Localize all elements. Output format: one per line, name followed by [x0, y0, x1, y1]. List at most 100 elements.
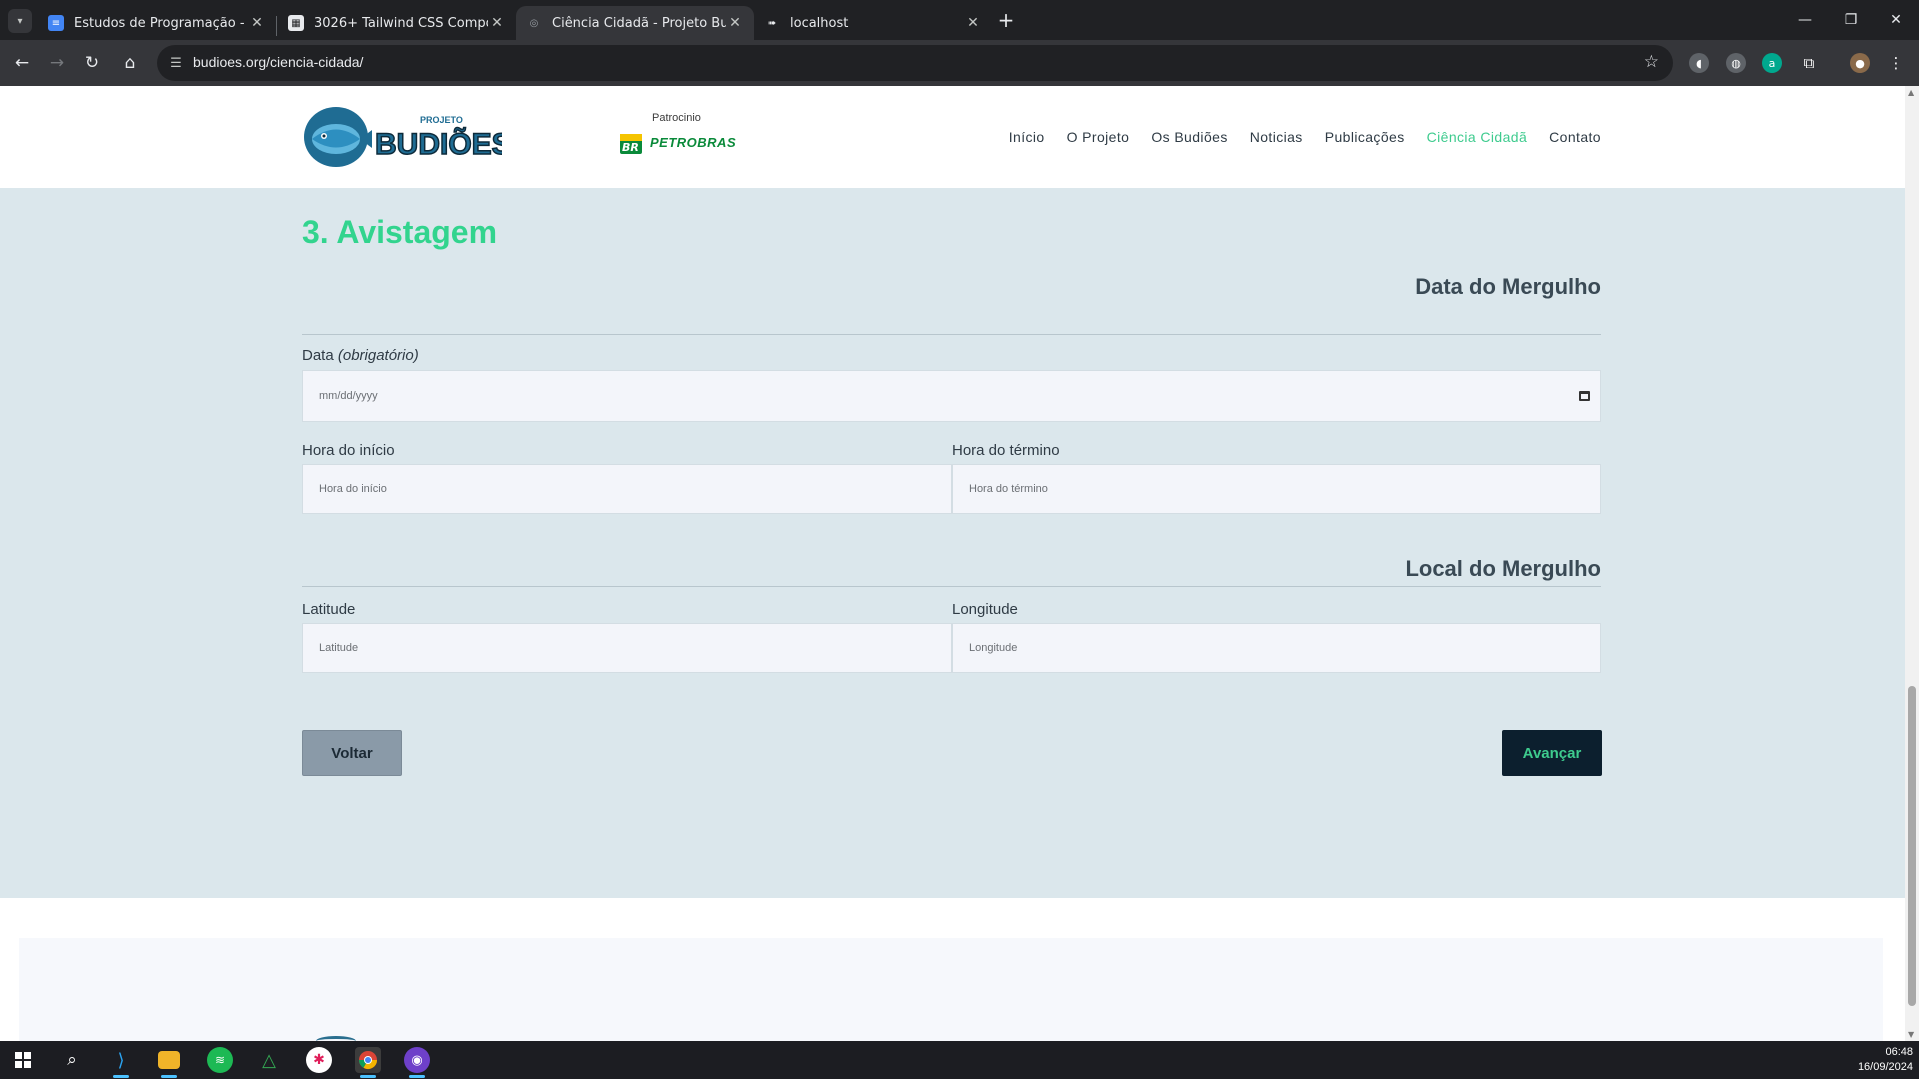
- taskbar-active-indicator: [161, 1075, 177, 1078]
- file-explorer-icon[interactable]: [158, 1051, 180, 1069]
- logo-top-text: PROJETO: [420, 115, 463, 125]
- petrobras-logo-icon: BR: [620, 134, 642, 154]
- scroll-down-arrow-icon[interactable]: ▼: [1908, 1030, 1914, 1039]
- latitude-input[interactable]: Latitude: [302, 623, 952, 673]
- date-placeholder: mm/dd/yyyy: [319, 390, 378, 402]
- next-button[interactable]: Avançar: [1502, 730, 1602, 776]
- nav-os-budioes[interactable]: Os Budiões: [1151, 129, 1227, 145]
- tab-search-chevron-icon[interactable]: ▾: [8, 9, 32, 33]
- extension-a-icon[interactable]: a: [1762, 53, 1782, 73]
- bookmark-star-icon[interactable]: ☆: [1644, 52, 1659, 72]
- sponsor-block: Patrocinio BR PETROBRAS: [620, 112, 740, 162]
- back-button[interactable]: Voltar: [302, 730, 402, 776]
- slack-icon[interactable]: ✱: [306, 1047, 332, 1073]
- google-drive-icon[interactable]: △: [256, 1047, 282, 1073]
- section-title: 3. Avistagem: [302, 214, 498, 250]
- home-icon[interactable]: ⌂: [116, 49, 144, 77]
- scroll-up-arrow-icon[interactable]: ▲: [1908, 88, 1914, 97]
- latitude-placeholder: Latitude: [319, 642, 359, 654]
- close-icon[interactable]: ✕: [726, 15, 744, 31]
- address-bar[interactable]: ☰ budioes.org/ciencia-cidada/ ☆: [157, 45, 1673, 81]
- extension-bird-icon[interactable]: ◖: [1689, 53, 1709, 73]
- nav-publicacoes[interactable]: Publicações: [1325, 129, 1405, 145]
- clock-date: 16/09/2024: [1857, 1061, 1913, 1073]
- window-close-icon[interactable]: ✕: [1873, 0, 1919, 40]
- close-icon[interactable]: ✕: [964, 15, 982, 31]
- spotify-icon[interactable]: ≋: [207, 1047, 233, 1073]
- tab-estudos[interactable]: ≡ Estudos de Programação - Mes ✕: [38, 6, 276, 40]
- search-icon[interactable]: ⌕: [59, 1047, 85, 1073]
- logo-main-text: BUDIÕES: [375, 127, 502, 161]
- system-clock[interactable]: 06:48 16/09/2024: [1858, 1045, 1913, 1075]
- end-time-placeholder: Hora do término: [969, 483, 1048, 495]
- tab-title: localhost: [790, 15, 849, 31]
- petrobras-name: PETROBRAS: [650, 135, 737, 150]
- start-time-input[interactable]: Hora do início: [302, 464, 952, 514]
- dive-location-title: Local do Mergulho: [1405, 556, 1601, 581]
- extension-globe-icon[interactable]: ◍: [1726, 53, 1746, 73]
- minimize-icon[interactable]: —: [1782, 0, 1828, 40]
- tab-localhost[interactable]: ➠ localhost ✕: [754, 6, 992, 40]
- sponsor-label: Patrocinio: [652, 112, 701, 124]
- github-desktop-icon[interactable]: ◉: [404, 1047, 430, 1073]
- browser-tab-bar: ▾ ≡ Estudos de Programação - Mes ✕ ▦ 302…: [0, 0, 1919, 40]
- windows-start-icon[interactable]: [10, 1047, 36, 1073]
- longitude-placeholder: Longitude: [969, 642, 1018, 654]
- clock-time: 06:48: [1885, 1046, 1913, 1058]
- nav-noticias[interactable]: Noticias: [1250, 129, 1303, 145]
- site-info-icon[interactable]: ☰: [167, 54, 185, 72]
- windows-taskbar: ⌕ ⟩ ≋ △ ✱ ◉ 06:48 16/09/2024: [0, 1041, 1919, 1079]
- restore-icon[interactable]: ❐: [1828, 0, 1874, 40]
- divider: [302, 586, 1601, 587]
- vscode-icon[interactable]: ⟩: [108, 1047, 134, 1073]
- longitude-input[interactable]: Longitude: [952, 623, 1601, 673]
- tab-title: Estudos de Programação - Mes: [74, 15, 248, 31]
- nav-inicio[interactable]: Início: [1009, 129, 1045, 145]
- tab-title: Ciência Cidadã - Projeto Budiõe: [552, 15, 726, 31]
- reload-icon[interactable]: ↻: [78, 49, 106, 77]
- docs-icon: ≡: [48, 15, 64, 31]
- back-arrow-icon[interactable]: ←: [8, 49, 36, 77]
- sighting-form-section: 3. Avistagem Data do Mergulho Data (obri…: [0, 188, 1905, 898]
- localhost-icon: ➠: [767, 17, 777, 29]
- chrome-icon[interactable]: [355, 1047, 381, 1073]
- budioes-logo[interactable]: PROJETO BUDIÕES: [302, 106, 502, 168]
- taskbar-active-indicator: [409, 1075, 425, 1078]
- nav-contato[interactable]: Contato: [1549, 129, 1601, 145]
- budioes-favicon: ◎: [529, 17, 539, 29]
- longitude-label: Longitude: [952, 601, 1018, 618]
- nav-ciencia-cidada[interactable]: Ciência Cidadã: [1427, 129, 1528, 145]
- extensions-puzzle-icon[interactable]: ⧉: [1799, 53, 1819, 73]
- end-time-label: Hora do término: [952, 442, 1060, 459]
- web-page: PROJETO BUDIÕES Patrocinio BR PETROBRAS …: [0, 86, 1919, 1041]
- tab-ciencia-cidada[interactable]: ◎ Ciência Cidadã - Projeto Budiõe ✕: [516, 6, 754, 40]
- page-scrollbar[interactable]: ▲ ▼: [1905, 86, 1919, 1041]
- close-icon[interactable]: ✕: [248, 15, 266, 31]
- new-tab-plus-icon[interactable]: +: [994, 8, 1018, 32]
- dive-date-title: Data do Mergulho: [1415, 274, 1601, 299]
- address-url[interactable]: budioes.org/ciencia-cidada/: [193, 54, 363, 70]
- tab-tailwind[interactable]: ▦ 3026+ Tailwind CSS Componen ✕: [278, 6, 516, 40]
- menu-kebab-icon[interactable]: ⋮: [1886, 53, 1906, 73]
- date-input[interactable]: mm/dd/yyyy: [302, 370, 1601, 422]
- date-required-text: (obrigatório): [337, 347, 419, 364]
- latitude-label: Latitude: [302, 601, 356, 618]
- footer-band: [19, 938, 1883, 1041]
- forward-arrow-icon[interactable]: →: [43, 49, 71, 77]
- start-time-label: Hora do início: [302, 442, 395, 459]
- browser-toolbar: ← → ↻ ⌂ ☰ budioes.org/ciencia-cidada/ ☆ …: [0, 40, 1919, 86]
- main-nav: Início O Projeto Os Budiões Noticias Pub…: [1009, 129, 1601, 145]
- petrobras-mark-text: BR: [622, 141, 639, 154]
- divider: [302, 334, 1601, 335]
- start-time-placeholder: Hora do início: [319, 483, 387, 495]
- tab-title: 3026+ Tailwind CSS Componen: [314, 15, 488, 31]
- calendar-icon[interactable]: [1579, 391, 1590, 401]
- tailwind-components-icon: ▦: [288, 15, 304, 31]
- end-time-input[interactable]: Hora do término: [952, 464, 1601, 514]
- profile-avatar[interactable]: ●: [1850, 53, 1870, 73]
- scrollbar-thumb[interactable]: [1908, 686, 1916, 1006]
- date-label-text: Data: [302, 347, 334, 364]
- close-icon[interactable]: ✕: [488, 15, 506, 31]
- nav-o-projeto[interactable]: O Projeto: [1067, 129, 1130, 145]
- site-header: PROJETO BUDIÕES Patrocinio BR PETROBRAS …: [0, 86, 1905, 188]
